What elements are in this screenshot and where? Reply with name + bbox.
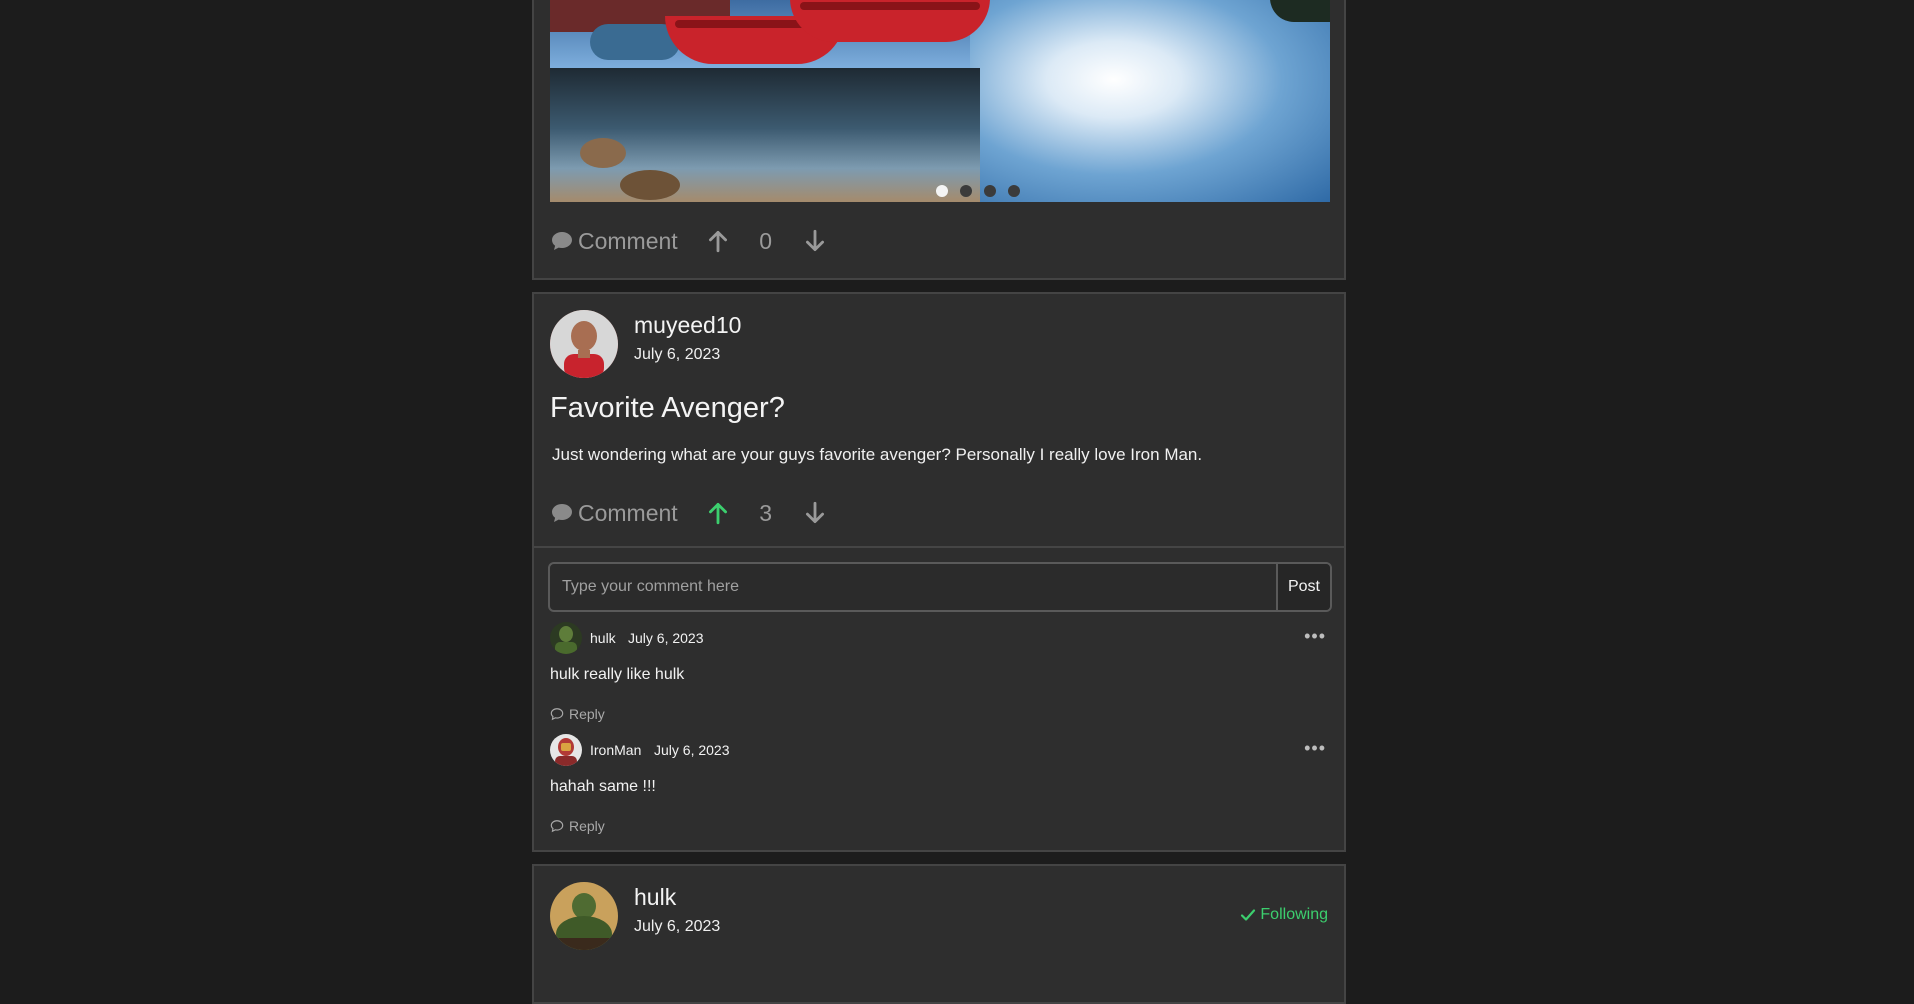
divider bbox=[534, 546, 1344, 548]
image-carousel[interactable] bbox=[550, 0, 1330, 202]
post-title: Favorite Avenger? bbox=[550, 392, 785, 424]
avatar[interactable] bbox=[550, 882, 618, 950]
comment-button-label: Comment bbox=[578, 227, 678, 254]
commenter-avatar-image bbox=[550, 622, 582, 654]
lake-image-rock bbox=[580, 138, 626, 168]
comment-form: Post bbox=[548, 562, 1332, 612]
arrow-down-icon[interactable] bbox=[802, 500, 828, 526]
comment-button-label: Comment bbox=[578, 499, 678, 526]
carousel-dot-1[interactable] bbox=[936, 185, 948, 197]
arrow-up-icon[interactable] bbox=[705, 228, 731, 254]
avatar[interactable] bbox=[550, 734, 582, 766]
post-action-bar: Comment 3 bbox=[550, 496, 828, 530]
post-date: July 6, 2023 bbox=[634, 918, 721, 935]
post-action-bar: Comment 0 bbox=[550, 224, 828, 258]
reply-button[interactable]: Reply bbox=[550, 818, 605, 834]
post-card: hulk July 6, 2023 Following bbox=[532, 864, 1346, 1004]
comment-input[interactable] bbox=[550, 564, 1276, 610]
reply-button[interactable]: Reply bbox=[550, 706, 605, 722]
comment-item: hulk July 6, 2023 ••• hulk really like h… bbox=[550, 622, 1334, 732]
avatar[interactable] bbox=[550, 310, 618, 378]
carousel-dot-2[interactable] bbox=[960, 185, 972, 197]
reply-bubble-icon bbox=[550, 820, 564, 833]
post-body: Just wondering what are your guys favori… bbox=[552, 445, 1203, 464]
post-date: July 6, 2023 bbox=[634, 346, 721, 363]
post-card: Comment 0 bbox=[532, 0, 1346, 280]
comment-date: July 6, 2023 bbox=[654, 742, 730, 758]
commenter-avatar-image bbox=[550, 734, 582, 766]
avatar[interactable] bbox=[550, 622, 582, 654]
lake-image-boat-rim bbox=[800, 2, 980, 10]
comment-item: IronMan July 6, 2023 ••• hahah same !!! … bbox=[550, 734, 1334, 844]
user-avatar-image bbox=[550, 882, 618, 950]
checkmark-icon bbox=[1241, 909, 1256, 921]
speech-bubble-icon bbox=[552, 232, 572, 250]
carousel-dot-4[interactable] bbox=[1008, 185, 1020, 197]
comment-date: July 6, 2023 bbox=[628, 630, 704, 646]
vote-count: 0 bbox=[759, 227, 773, 254]
comment-button[interactable]: Comment bbox=[550, 500, 678, 527]
arrow-up-icon[interactable] bbox=[705, 500, 731, 526]
comment-button[interactable]: Comment bbox=[550, 228, 678, 255]
post-author[interactable]: hulk bbox=[634, 884, 676, 911]
comment-author[interactable]: IronMan bbox=[590, 742, 641, 758]
following-label: Following bbox=[1260, 906, 1328, 923]
reply-label: Reply bbox=[569, 706, 605, 722]
arrow-down-icon[interactable] bbox=[802, 228, 828, 254]
vote-count: 3 bbox=[759, 499, 773, 526]
comment-text: hahah same !!! bbox=[550, 778, 656, 795]
ellipsis-icon[interactable]: ••• bbox=[1304, 738, 1326, 759]
user-avatar-image bbox=[550, 310, 618, 378]
reply-label: Reply bbox=[569, 818, 605, 834]
following-button[interactable]: Following bbox=[1240, 906, 1328, 924]
post-comment-button[interactable]: Post bbox=[1276, 564, 1330, 610]
comment-text: hulk really like hulk bbox=[550, 666, 685, 683]
lake-image-water bbox=[550, 68, 980, 202]
reply-bubble-icon bbox=[550, 708, 564, 721]
ellipsis-icon[interactable]: ••• bbox=[1304, 626, 1326, 647]
carousel-indicators bbox=[550, 185, 1330, 197]
lake-image-reflection bbox=[970, 0, 1330, 202]
carousel-dot-3[interactable] bbox=[984, 185, 996, 197]
post-card: muyeed10 July 6, 2023 Favorite Avenger? … bbox=[532, 292, 1346, 852]
speech-bubble-icon bbox=[552, 504, 572, 522]
post-author[interactable]: muyeed10 bbox=[634, 312, 741, 339]
comment-author[interactable]: hulk bbox=[590, 630, 616, 646]
